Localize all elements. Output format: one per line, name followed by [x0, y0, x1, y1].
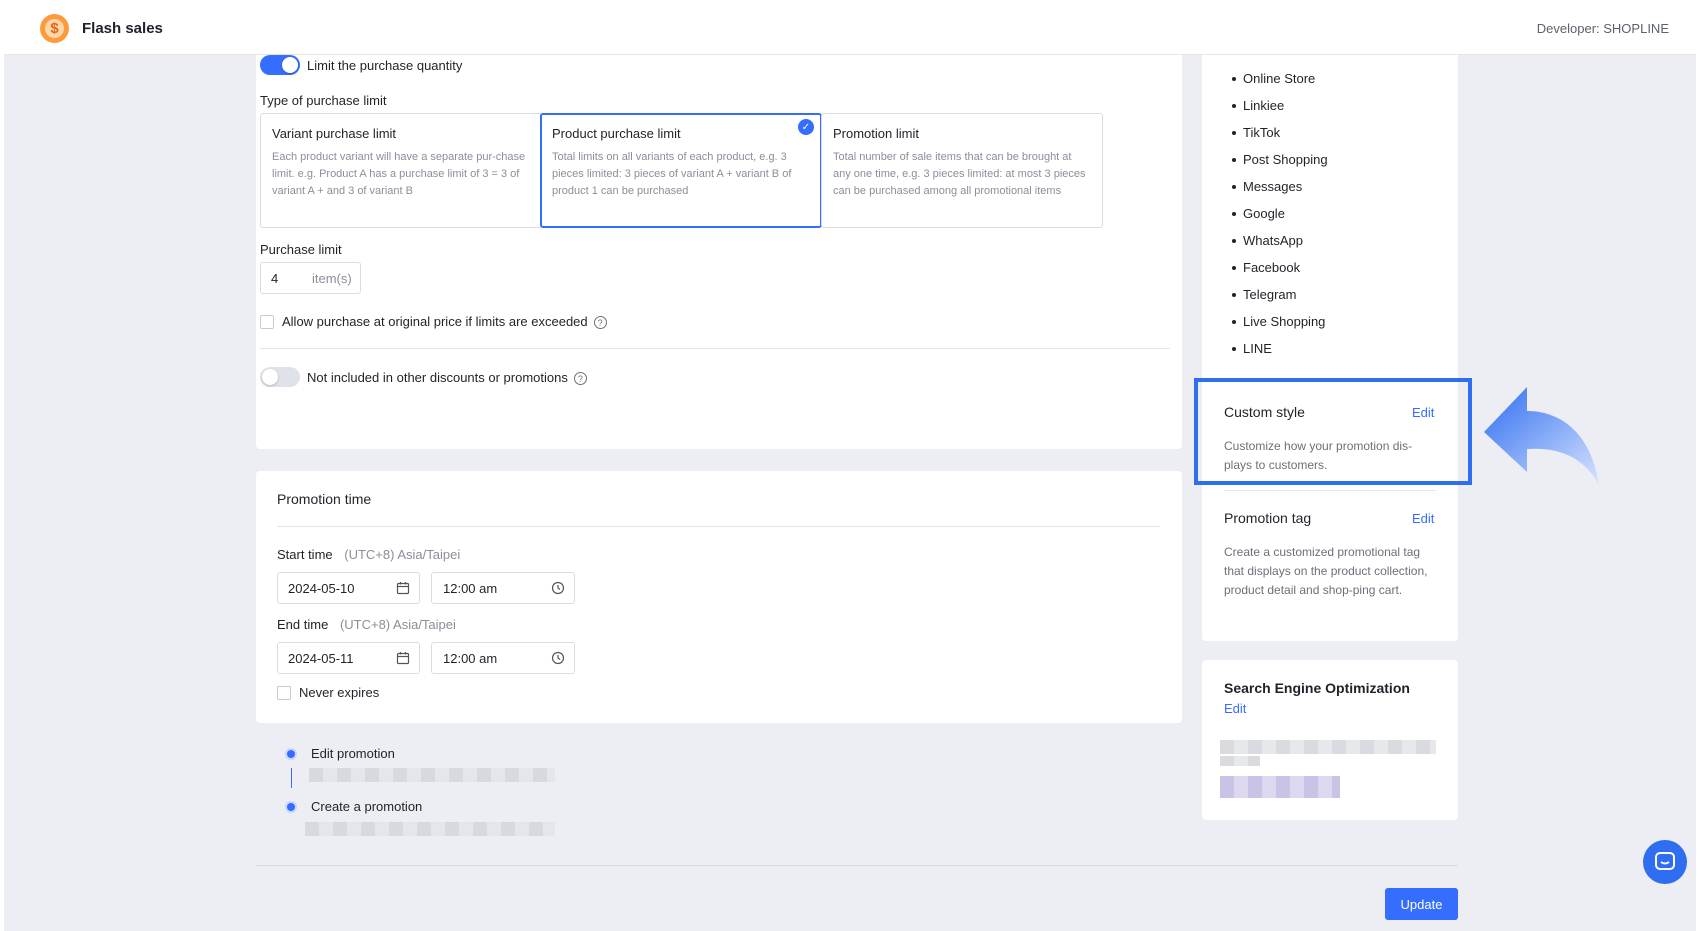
list-item: WhatsApp [1232, 227, 1328, 254]
seo-edit-link[interactable]: Edit [1224, 701, 1246, 716]
promotion-tag-title: Promotion tag [1224, 510, 1312, 526]
list-item: Facebook [1232, 254, 1328, 281]
never-expires-label: Never expires [299, 685, 380, 700]
promotion-limit-option[interactable]: Promotion limit Total number of sale ite… [821, 113, 1103, 228]
divider [277, 526, 1160, 527]
option-desc: Total number of sale items that can be b… [833, 151, 1086, 197]
sales-channel-list: Online Store Linkiee TikTok Post Shoppin… [1232, 65, 1328, 362]
sidebar-card: Online Store Linkiee TikTok Post Shoppin… [1202, 55, 1458, 641]
list-item: Messages [1232, 173, 1328, 200]
timeline-connector [291, 768, 292, 788]
clock-icon [551, 651, 565, 665]
start-time-value: 12:00 am [443, 581, 498, 596]
top-bar: $ Flash sales Developer: SHOPLINE [4, 2, 1696, 55]
help-icon[interactable]: ? [593, 316, 607, 330]
option-title: Promotion limit [833, 126, 919, 141]
allow-original-price-label: Allow purchase at original price if limi… [282, 314, 607, 330]
divider [260, 348, 1170, 349]
calendar-icon [396, 582, 410, 595]
clock-icon [551, 581, 565, 595]
list-item: Google [1232, 200, 1328, 227]
app-frame: $ Flash sales Developer: SHOPLINE Limit … [4, 2, 1696, 931]
purchase-limit-unit: item(s) [312, 271, 352, 286]
list-item: Linkiee [1232, 92, 1328, 119]
end-date-input[interactable]: 2024-05-11 [277, 642, 420, 674]
allow-original-price-checkbox[interactable] [260, 315, 274, 329]
promotion-time-card: Promotion time Start time (UTC+8) Asia/T… [256, 471, 1182, 723]
limit-type-heading: Type of purchase limit [260, 93, 387, 108]
promotion-tag-desc: Create a customized promotional tag that… [1224, 545, 1428, 597]
limit-quantity-toggle[interactable] [260, 55, 300, 75]
list-item: LINE [1232, 335, 1328, 362]
list-item: TikTok [1232, 119, 1328, 146]
timeline-dot [285, 748, 297, 760]
help-icon[interactable]: ? [573, 372, 587, 386]
end-time-value: 12:00 am [443, 651, 498, 666]
list-item: Telegram [1232, 281, 1328, 308]
custom-style-highlight [1194, 378, 1472, 485]
history-item-label: Create a promotion [311, 799, 423, 814]
calendar-icon [396, 652, 410, 665]
redacted-text [1220, 756, 1260, 766]
purchase-limit-card: Limit the purchase quantity Type of purc… [256, 55, 1182, 449]
footer-divider [256, 865, 1458, 866]
history-item-label: Edit promotion [311, 746, 395, 761]
list-item: Post Shopping [1232, 146, 1328, 173]
seo-title: Search Engine Optimization [1224, 680, 1410, 696]
redacted-text [1220, 776, 1340, 798]
timeline-dot [285, 801, 297, 813]
start-time-input[interactable]: 12:00 am [431, 572, 575, 604]
list-item: Live Shopping [1232, 308, 1328, 335]
variant-limit-option[interactable]: Variant purchase limit Each product vari… [260, 113, 542, 228]
start-time-label: Start time (UTC+8) Asia/Taipei [277, 547, 461, 562]
developer-label: Developer: SHOPLINE [1536, 21, 1669, 36]
not-included-toggle[interactable] [260, 367, 300, 387]
never-expires-checkbox[interactable] [277, 686, 291, 700]
purchase-limit-input[interactable]: 4 item(s) [260, 262, 361, 294]
option-title: Product purchase limit [552, 126, 681, 141]
dollar-alarm-icon: $ [40, 14, 69, 43]
curved-arrow-icon [1484, 387, 1599, 485]
end-time-label: End time (UTC+8) Asia/Taipei [277, 617, 456, 632]
divider [1224, 490, 1436, 491]
list-item: Online Store [1232, 65, 1328, 92]
limit-quantity-label: Limit the purchase quantity [307, 58, 463, 73]
update-button[interactable]: Update [1385, 888, 1458, 920]
chat-icon[interactable] [1643, 840, 1687, 884]
product-limit-option[interactable]: ✓ Product purchase limit Total limits on… [540, 113, 822, 228]
purchase-limit-label: Purchase limit [260, 242, 342, 257]
option-title: Variant purchase limit [272, 126, 397, 141]
app-title: Flash sales [82, 20, 163, 37]
end-time-input[interactable]: 12:00 am [431, 642, 575, 674]
end-date-value: 2024-05-11 [288, 651, 354, 666]
check-icon: ✓ [798, 119, 814, 135]
option-desc: Each product variant will have a separat… [272, 151, 526, 197]
promotion-time-title: Promotion time [277, 491, 372, 507]
option-desc: Total limits on all variants of each pro… [552, 151, 792, 197]
redacted-text [1220, 740, 1436, 754]
redacted-text [309, 768, 555, 782]
promotion-tag-edit-link[interactable]: Edit [1412, 511, 1434, 526]
seo-card: Search Engine Optimization Edit [1202, 660, 1458, 820]
purchase-limit-value: 4 [271, 271, 279, 286]
redacted-text [305, 822, 555, 836]
start-date-input[interactable]: 2024-05-10 [277, 572, 420, 604]
not-included-label: Not included in other discounts or promo… [307, 370, 587, 386]
start-date-value: 2024-05-10 [288, 581, 355, 596]
